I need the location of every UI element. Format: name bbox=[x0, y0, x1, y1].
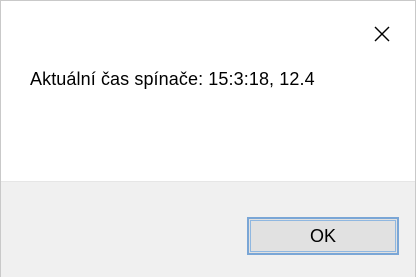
message-dialog: Aktuální čas spínače: 15:3:18, 12.4 OK bbox=[0, 0, 416, 277]
close-button[interactable] bbox=[359, 17, 405, 51]
ok-button[interactable]: OK bbox=[247, 217, 399, 255]
close-icon bbox=[374, 26, 390, 42]
title-bar[interactable] bbox=[1, 1, 415, 35]
dialog-message: Aktuální čas spínače: 15:3:18, 12.4 bbox=[30, 69, 315, 89]
dialog-footer: OK bbox=[1, 181, 415, 277]
